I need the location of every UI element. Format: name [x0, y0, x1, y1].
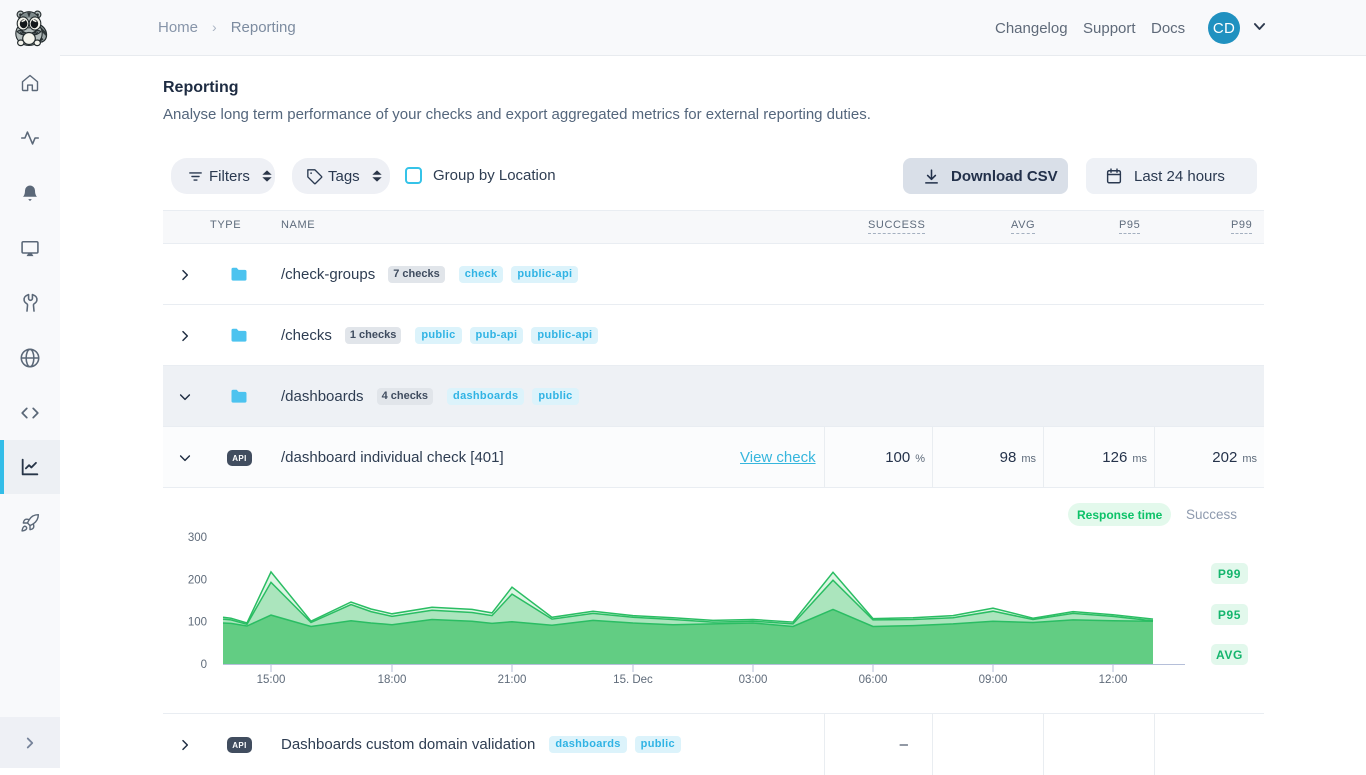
svg-text:200: 200 [188, 575, 207, 587]
svg-text:03:00: 03:00 [739, 674, 768, 686]
svg-text:18:00: 18:00 [378, 674, 407, 686]
svg-text:15. Dec: 15. Dec [613, 674, 653, 686]
svg-text:300: 300 [188, 532, 207, 544]
svg-text:15:00: 15:00 [257, 674, 286, 686]
svg-text:09:00: 09:00 [979, 674, 1008, 686]
svg-text:0: 0 [201, 659, 207, 671]
svg-text:21:00: 21:00 [498, 674, 527, 686]
svg-text:12:00: 12:00 [1099, 674, 1128, 686]
svg-text:06:00: 06:00 [859, 674, 888, 686]
svg-text:100: 100 [188, 617, 207, 629]
